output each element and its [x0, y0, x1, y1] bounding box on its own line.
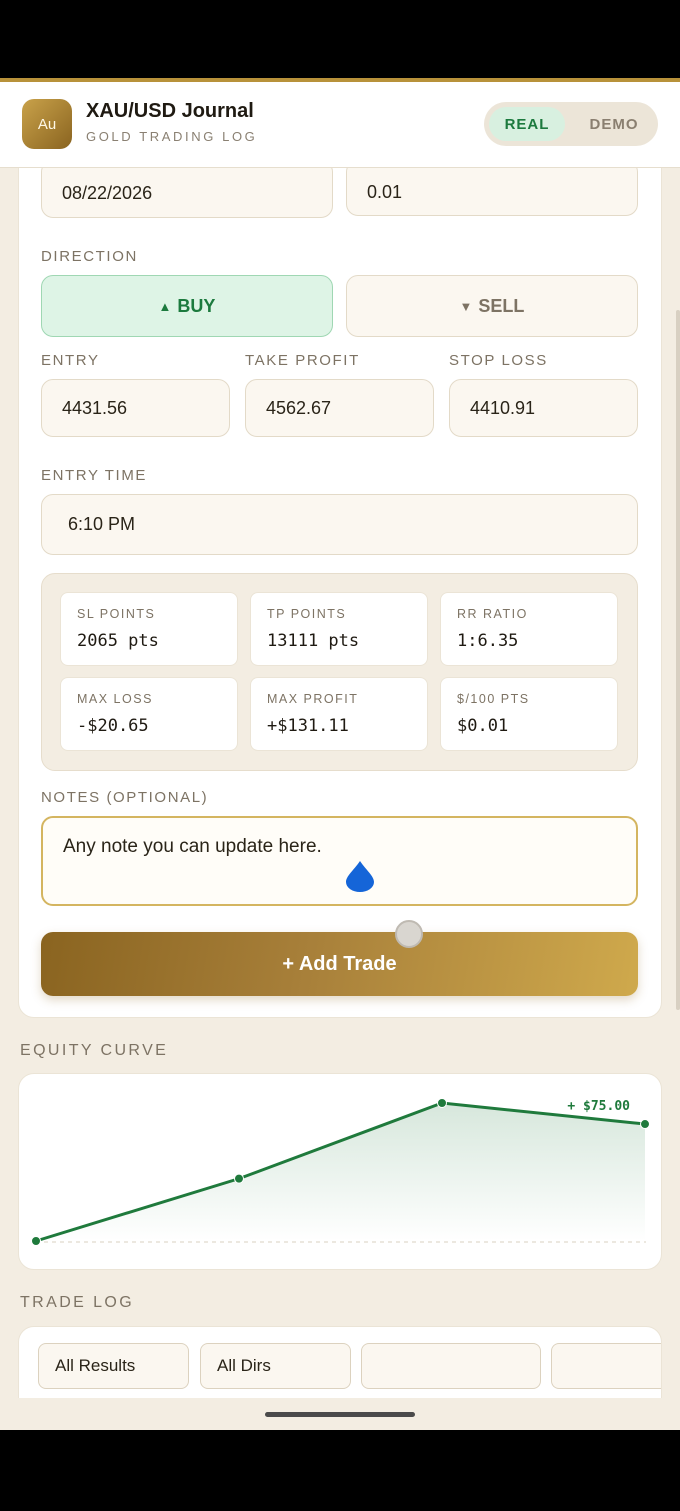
app-logo: Au — [22, 99, 72, 149]
stop-loss-label: STOP LOSS — [449, 352, 548, 369]
app-title: XAU/USD Journal — [86, 100, 254, 122]
notes-label: NOTES (OPTIONAL) — [41, 789, 209, 806]
equity-point[interactable] — [234, 1173, 244, 1184]
stat-value: 1:6.35 — [457, 631, 519, 651]
direction-label: DIRECTION — [41, 248, 138, 265]
home-indicator[interactable] — [265, 1412, 415, 1417]
app-subtitle: GOLD TRADING LOG — [86, 129, 258, 144]
mode-demo-button[interactable]: DEMO — [576, 107, 652, 141]
equity-point[interactable] — [31, 1236, 41, 1246]
scroll-handle[interactable] — [395, 920, 423, 948]
mode-real-button[interactable]: REAL — [489, 107, 565, 141]
buy-button[interactable]: ▲ BUY — [41, 275, 333, 337]
trade-log-section-title: TRADE LOG — [20, 1294, 135, 1311]
entry-time-field[interactable]: 6:10 PM — [41, 494, 638, 555]
stat-label: $/100 PTS — [457, 692, 530, 706]
stop-loss-field[interactable]: 4410.91 — [449, 379, 638, 437]
trade-stats-panel: SL POINTS 2065 pts TP POINTS 13111 pts R… — [41, 573, 638, 771]
equity-last-value: + $75.00 — [567, 1099, 630, 1114]
sell-button[interactable]: ▼ SELL — [346, 275, 638, 337]
triangle-up-icon: ▲ — [158, 298, 172, 314]
stat-label: MAX PROFIT — [267, 692, 359, 706]
entry-time-label: ENTRY TIME — [41, 467, 148, 484]
status-bar-area — [0, 0, 680, 80]
stat-per-100-points: $/100 PTS $0.01 — [440, 677, 618, 751]
equity-point[interactable] — [640, 1119, 650, 1130]
lot-size-field[interactable]: 0.01 — [346, 160, 638, 216]
notes-textarea[interactable]: Any note you can update here. — [41, 816, 638, 906]
filter-input-4[interactable] — [551, 1343, 661, 1389]
equity-section-title: EQUITY CURVE — [20, 1042, 169, 1059]
stat-label: TP POINTS — [267, 607, 347, 621]
stat-rr-ratio: RR RATIO 1:6.35 — [440, 592, 618, 666]
bottom-black-area — [0, 1430, 680, 1511]
filter-results-select[interactable]: All Results — [38, 1343, 189, 1389]
stat-max-loss: MAX LOSS -$20.65 — [60, 677, 238, 751]
add-trade-button[interactable]: + Add Trade — [41, 932, 638, 996]
stat-value: +$131.11 — [267, 716, 349, 736]
equity-point[interactable] — [437, 1098, 447, 1108]
date-field[interactable]: 08/22/2026 — [41, 160, 333, 218]
stat-value: 13111 pts — [267, 631, 360, 651]
equity-chart: + $75.00 — [31, 1098, 650, 1246]
stat-sl-points: SL POINTS 2065 pts — [60, 592, 238, 666]
buy-label: BUY — [177, 295, 216, 316]
filter-input-3[interactable] — [361, 1343, 541, 1389]
stat-value: -$20.65 — [77, 716, 149, 736]
stat-value: 2065 pts — [77, 631, 159, 651]
stat-value: $0.01 — [457, 716, 509, 736]
take-profit-label: TAKE PROFIT — [245, 352, 360, 369]
entry-price-field[interactable]: 4431.56 — [41, 379, 230, 437]
equity-area — [36, 1103, 645, 1241]
stat-label: SL POINTS — [77, 607, 156, 621]
triangle-down-icon: ▼ — [459, 298, 473, 314]
app-header: Au XAU/USD Journal GOLD TRADING LOG REAL… — [0, 82, 680, 168]
take-profit-field[interactable]: 4562.67 — [245, 379, 434, 437]
account-mode-toggle: REAL DEMO — [484, 102, 658, 146]
stat-label: RR RATIO — [457, 607, 528, 621]
stat-tp-points: TP POINTS 13111 pts — [250, 592, 428, 666]
stat-max-profit: MAX PROFIT +$131.11 — [250, 677, 428, 751]
page-scrollbar[interactable] — [676, 310, 680, 1010]
entry-label: ENTRY — [41, 352, 100, 369]
sell-label: SELL — [478, 295, 525, 316]
stat-label: MAX LOSS — [77, 692, 153, 706]
filter-direction-select[interactable]: All Dirs — [200, 1343, 351, 1389]
text-cursor-handle-icon[interactable] — [345, 860, 375, 892]
